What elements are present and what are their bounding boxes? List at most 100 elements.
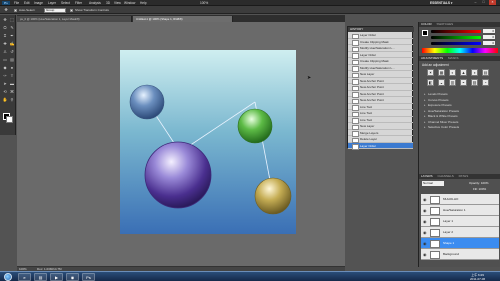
move-tool-icon[interactable]: ✥ (3, 7, 9, 13)
menu-window[interactable]: Window (124, 1, 135, 5)
auto-select-dropdown[interactable]: Group (44, 7, 66, 13)
path-select-tool-icon[interactable]: ➤ (2, 81, 8, 87)
visibility-eye-icon[interactable]: ◉ (423, 208, 428, 213)
history-brush-tool-icon[interactable]: ↺ (9, 49, 15, 55)
eyedropper-tool-icon[interactable]: ✒ (9, 33, 15, 39)
adjustment-icon[interactable]: ▥ (449, 79, 456, 86)
green-value[interactable]: 0 (483, 35, 495, 39)
marquee-tool-icon[interactable]: ⬚ (9, 17, 15, 23)
tab-swatches[interactable]: SWATCHES (437, 22, 454, 26)
stamp-tool-icon[interactable]: ♙ (2, 49, 8, 55)
3d-camera-tool-icon[interactable]: ⌘ (9, 89, 15, 95)
healing-tool-icon[interactable]: ✚ (2, 41, 8, 47)
3d-rotate-tool-icon[interactable]: ⟲ (2, 89, 8, 95)
blue-slider[interactable] (431, 42, 481, 45)
opacity-field[interactable]: Opacity: 100% (469, 181, 489, 185)
adjustment-icon[interactable]: ◒ (438, 79, 445, 86)
show-transform-checkbox[interactable] (70, 8, 73, 12)
taskbar-app-button[interactable]: ◉ (66, 273, 79, 281)
zoom-level[interactable]: 100% (200, 1, 208, 5)
adjustment-icon[interactable]: ◔ (482, 79, 489, 86)
visibility-eye-icon[interactable]: ◉ (423, 197, 428, 202)
quick-select-tool-icon[interactable]: ✎ (9, 25, 15, 31)
blend-mode-dropdown[interactable]: Normal (422, 181, 444, 186)
blue-value[interactable]: 0 (483, 41, 495, 45)
menu-help[interactable]: Help (140, 1, 147, 5)
visibility-eye-icon[interactable]: ◉ (423, 241, 428, 246)
menu-file[interactable]: File (14, 1, 19, 5)
layer-row[interactable]: ◉ Shape 1 (421, 238, 499, 249)
red-value[interactable]: 0 (483, 29, 495, 33)
brush-tool-icon[interactable]: ✍ (9, 41, 15, 47)
fill-field[interactable]: Fill: 100% (473, 187, 486, 191)
layer-row[interactable]: ◉ MUHOLHO (421, 194, 499, 205)
document-workspace[interactable]: ➤ (17, 22, 345, 267)
maximize-icon[interactable]: □ (480, 0, 487, 5)
workspace-switcher[interactable]: ESSENTIALS ▾ (430, 1, 453, 5)
layer-row[interactable]: ◉ Layer 1 (421, 216, 499, 227)
adjustment-icon[interactable]: ▤ (482, 69, 489, 76)
adjustment-icon[interactable]: ◓ (460, 79, 467, 86)
tab-masks[interactable]: MASKS (448, 56, 459, 60)
layer-row[interactable]: ◉ Hue/Saturation 1 (421, 205, 499, 216)
taskbar-app-button[interactable]: ▶ (50, 273, 63, 281)
menu-view[interactable]: View (114, 1, 121, 5)
adjustment-preset-item[interactable]: Levels Presets (422, 92, 498, 97)
auto-select-checkbox[interactable] (14, 8, 17, 12)
adjustment-preset-item[interactable]: Selective Color Presets (422, 125, 498, 130)
adjustment-preset-item[interactable]: Exposure Presets (422, 103, 498, 108)
adjustment-icon[interactable]: ▦ (438, 69, 445, 76)
adjustment-icon[interactable]: ◑ (471, 69, 478, 76)
menu-3d[interactable]: 3D (106, 1, 110, 5)
taskbar-app-button[interactable]: ▤ (34, 273, 47, 281)
close-icon[interactable]: × (489, 0, 496, 5)
layer-row[interactable]: ◉ Background (421, 249, 499, 260)
adjustment-preset-item[interactable]: Hue/Saturation Presets (422, 109, 498, 114)
tab-layers[interactable]: LAYERS (421, 174, 433, 178)
eraser-tool-icon[interactable]: ▭ (2, 57, 8, 63)
shape-tool-icon[interactable]: ▬ (9, 81, 15, 87)
adjustment-icon[interactable]: ▲ (460, 69, 467, 76)
adjustment-preset-item[interactable]: Black & White Presets (422, 114, 498, 119)
menu-image[interactable]: Image (34, 1, 43, 5)
menu-filter[interactable]: Filter (75, 1, 82, 5)
hand-tool-icon[interactable]: ✋ (2, 97, 8, 103)
tab-paths[interactable]: PATHS (459, 174, 469, 178)
adjustment-preset-item[interactable]: Channel Mixer Presets (422, 120, 498, 125)
pen-tool-icon[interactable]: ✑ (2, 73, 8, 79)
lasso-tool-icon[interactable]: ᘯ (2, 25, 8, 31)
taskbar-app-button[interactable]: e (18, 273, 31, 281)
gradient-tool-icon[interactable]: ▤ (9, 57, 15, 63)
minimize-icon[interactable]: – (472, 0, 479, 5)
background-color-swatch[interactable] (6, 116, 13, 123)
tab-adjustments[interactable]: ADJUSTMENTS (421, 56, 443, 60)
color-spectrum-ramp[interactable] (422, 48, 498, 53)
start-button[interactable] (4, 273, 12, 281)
layer-row[interactable]: ◉ Layer 2 (421, 227, 499, 238)
visibility-eye-icon[interactable]: ◉ (423, 219, 428, 224)
taskbar-app-button[interactable]: Ps (82, 273, 95, 281)
green-slider[interactable] (431, 36, 481, 39)
document-canvas[interactable] (120, 50, 296, 234)
adjustment-preset-item[interactable]: Curves Presets (422, 98, 498, 103)
tab-color[interactable]: COLOR (421, 22, 432, 26)
adjustment-icon[interactable]: ◧ (427, 79, 434, 86)
visibility-eye-icon[interactable]: ◉ (423, 252, 428, 257)
menu-layer[interactable]: Layer (48, 1, 56, 5)
history-state[interactable]: Layer Order (348, 142, 413, 150)
zoom-tool-icon[interactable]: ⚲ (9, 97, 15, 103)
dodge-tool-icon[interactable]: ● (9, 65, 15, 71)
adjustment-icon[interactable]: ☀ (427, 69, 434, 76)
clock[interactable]: 上午 6:29 2011-07-06 (470, 273, 485, 281)
adjustment-icon[interactable]: ◐ (449, 69, 456, 76)
menu-analysis[interactable]: Analysis (89, 1, 101, 5)
move-tool-icon[interactable]: ✥ (2, 17, 8, 23)
adjustment-icon[interactable]: ▨ (471, 79, 478, 86)
tab-channels[interactable]: CHANNELS (437, 174, 453, 178)
type-tool-icon[interactable]: T (9, 73, 15, 79)
blur-tool-icon[interactable]: ◆ (2, 65, 8, 71)
visibility-eye-icon[interactable]: ◉ (423, 230, 428, 235)
menu-select[interactable]: Select (61, 1, 70, 5)
color-foreground-swatch[interactable] (422, 30, 428, 36)
crop-tool-icon[interactable]: ⌗ (2, 33, 8, 39)
